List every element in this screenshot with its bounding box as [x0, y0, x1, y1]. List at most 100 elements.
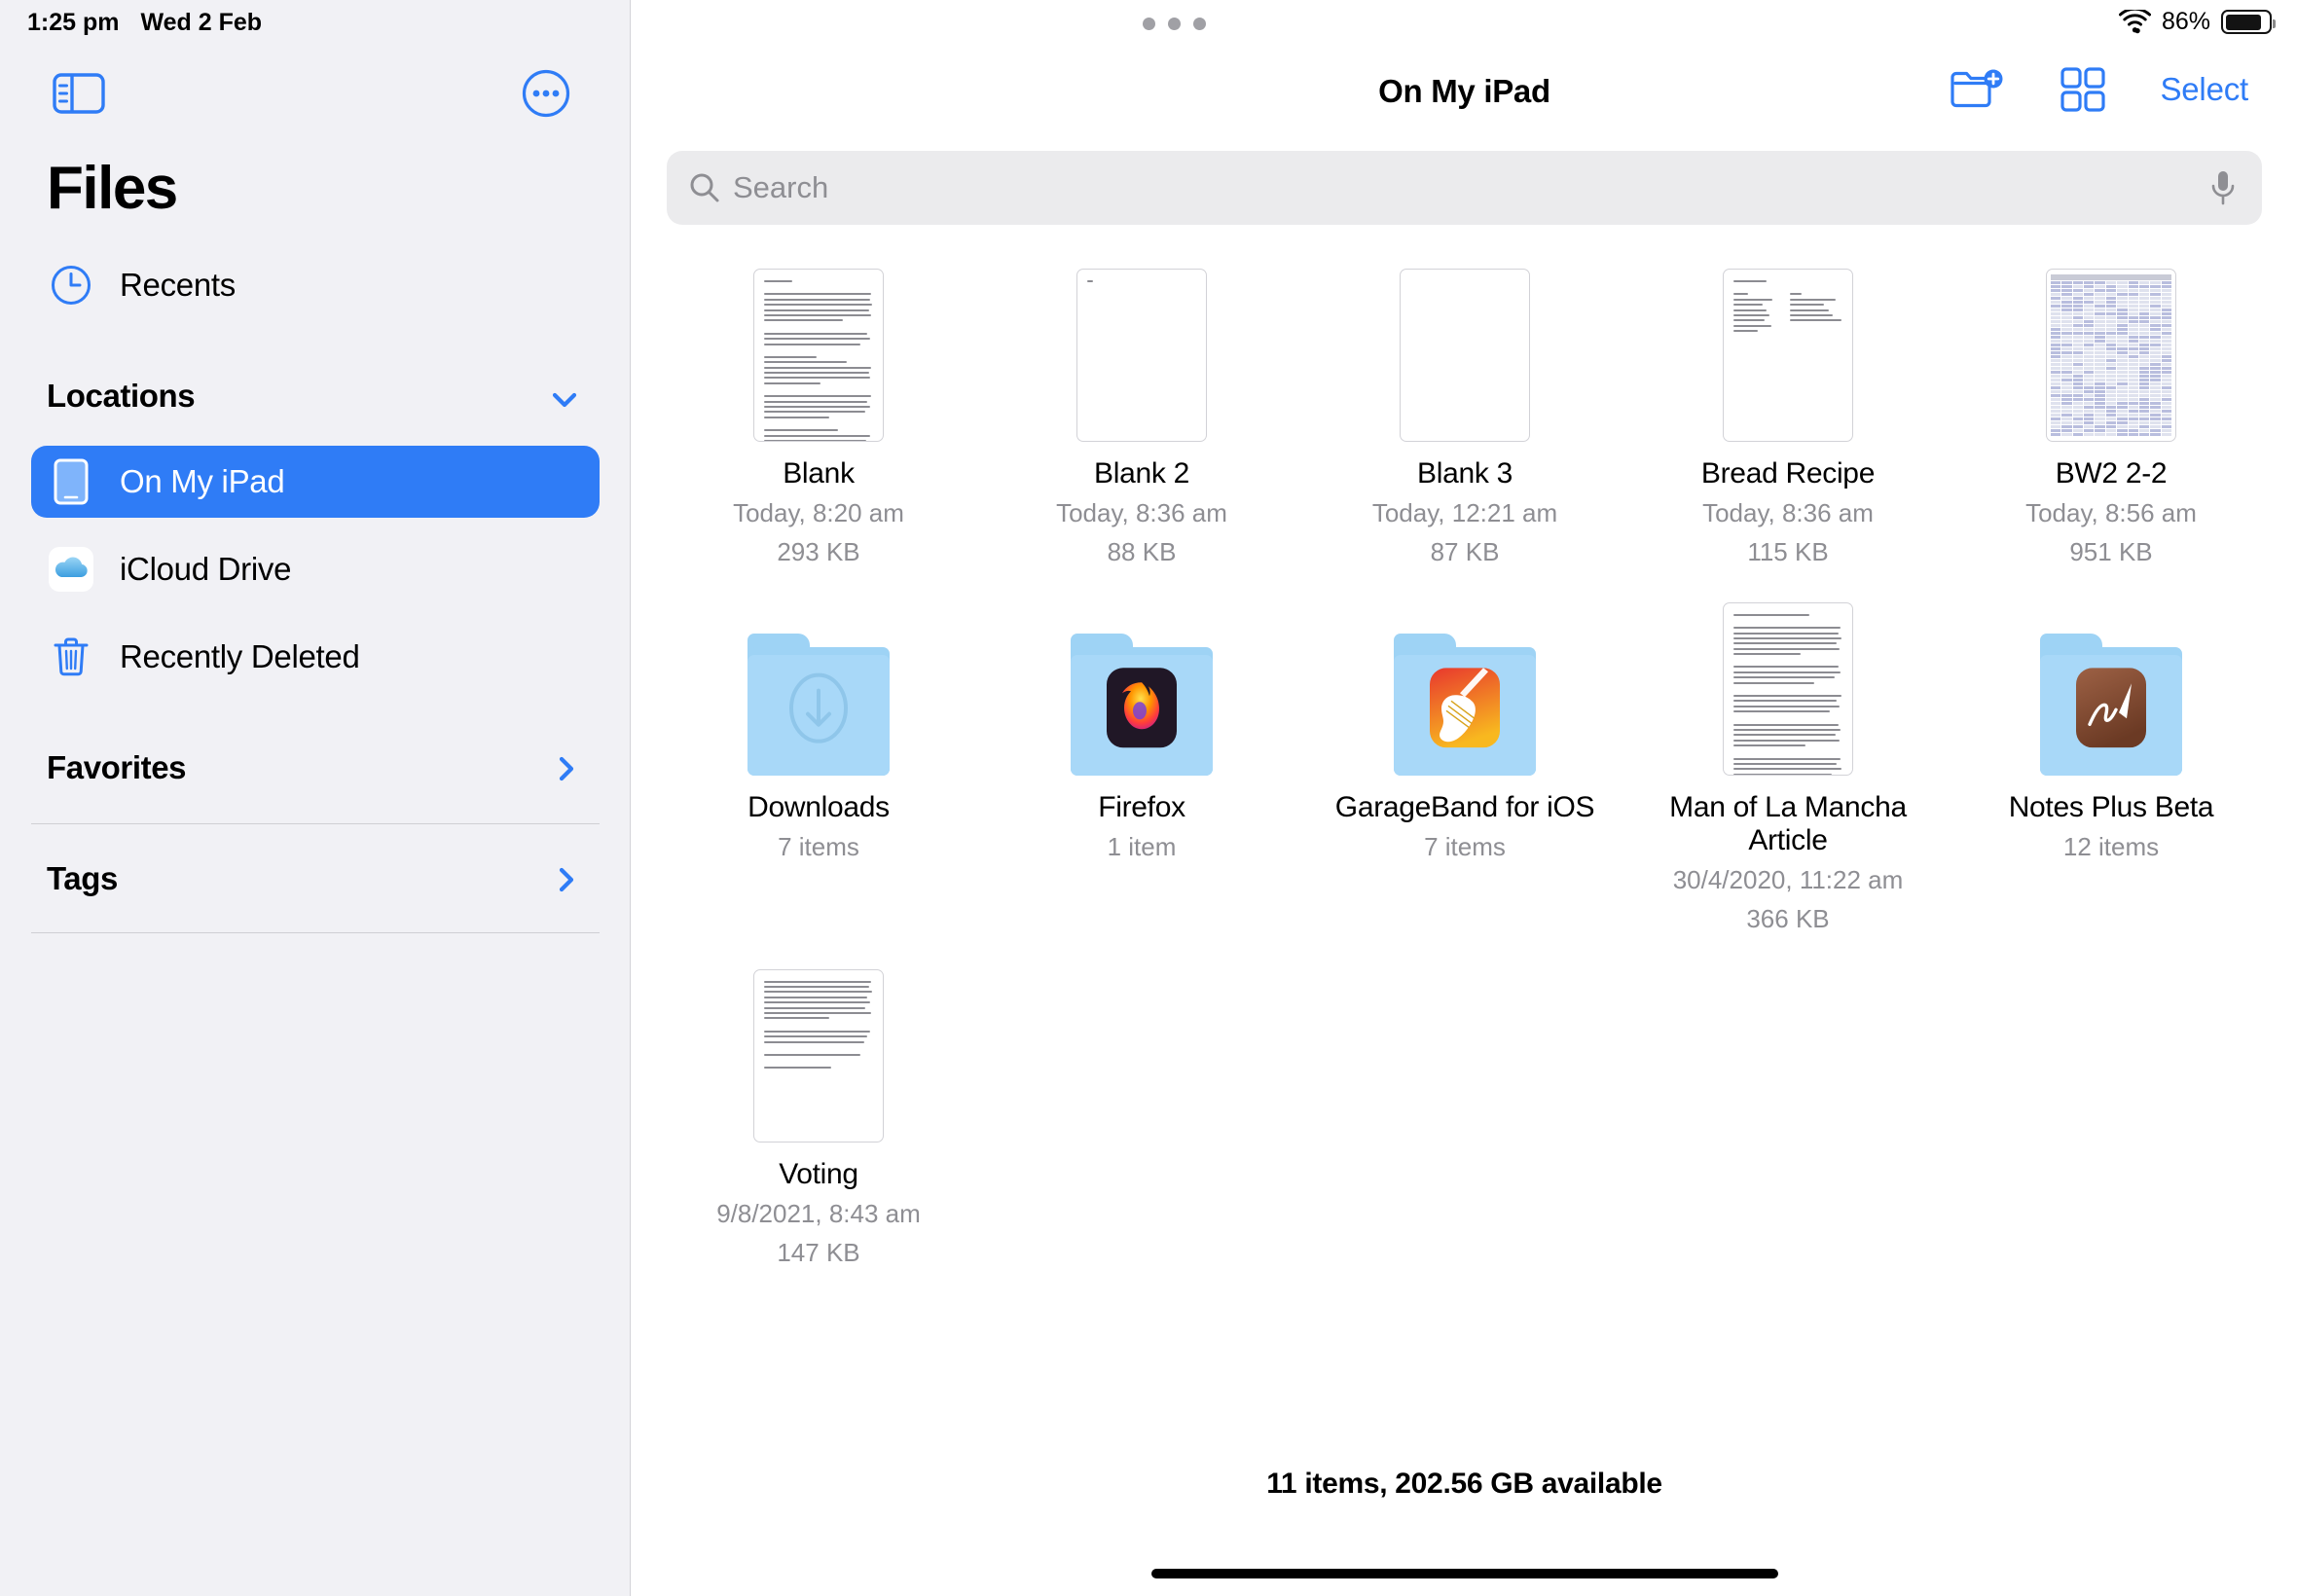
file-size: 115 KB: [1747, 536, 1828, 568]
folder-name: GarageBand for iOS: [1335, 791, 1594, 824]
sidebar-item-icloud-drive[interactable]: iCloud Drive: [31, 533, 600, 605]
document-thumbnail-icon: [1400, 269, 1530, 442]
sidebar-item-label: iCloud Drive: [120, 551, 291, 588]
clock-icon: [49, 263, 93, 308]
sidebar-item-label: Recents: [120, 267, 236, 304]
microphone-icon[interactable]: [2209, 168, 2237, 207]
document-thumbnail-icon: [1723, 602, 1853, 776]
file-thumbnail: [753, 255, 884, 442]
sidebar-item-label: On My iPad: [120, 463, 284, 500]
file-name: Blank 2: [1094, 457, 1189, 490]
file-thumbnail: [1076, 255, 1207, 442]
folder-item[interactable]: GarageBand for iOS 7 items: [1303, 589, 1626, 936]
navigation-actions: Select: [1950, 66, 2248, 113]
file-size: 147 KB: [777, 1237, 859, 1269]
spreadsheet-thumbnail-icon: [2046, 269, 2176, 442]
folder-name: Downloads: [747, 791, 890, 824]
home-indicator[interactable]: [1151, 1569, 1778, 1578]
select-button[interactable]: Select: [2160, 71, 2248, 108]
file-item[interactable]: Blank Today, 8:20 am 293 KB: [657, 255, 980, 569]
document-thumbnail-icon: [753, 269, 884, 442]
chevron-right-icon[interactable]: [547, 860, 586, 899]
folder-icon: [1071, 634, 1213, 776]
file-name: Voting: [779, 1158, 858, 1191]
icloud-icon: [49, 547, 93, 592]
sidebar-item-recents[interactable]: Recents: [31, 249, 600, 321]
file-thumbnail: [753, 956, 884, 1143]
folder-count: 7 items: [778, 831, 859, 863]
file-date: 30/4/2020, 11:22 am: [1673, 864, 1904, 896]
chevron-right-icon[interactable]: [547, 749, 586, 788]
file-item[interactable]: BW2 2-2 Today, 8:56 am 951 KB: [1950, 255, 2273, 569]
detail-pane: On My iPad Select Search Blank Today, 8:…: [632, 0, 2297, 1596]
file-name: BW2 2-2: [2056, 457, 2168, 490]
firefox-icon: [1107, 668, 1177, 747]
document-thumbnail-icon: [753, 969, 884, 1143]
file-size: 87 KB: [1431, 536, 1500, 568]
folder-icon: [2040, 634, 2182, 776]
sidebar-toolbar: [0, 64, 631, 132]
page-title: Files: [47, 154, 177, 223]
sidebar-section-favorites: Favorites: [47, 749, 186, 786]
divider: [31, 932, 600, 933]
search-icon: [688, 171, 721, 204]
folder-item[interactable]: Notes Plus Beta 12 items: [1950, 589, 2273, 936]
folder-icon: [747, 634, 890, 776]
search-bar[interactable]: [667, 151, 2262, 225]
file-name: Bread Recipe: [1701, 457, 1875, 490]
file-grid: Blank Today, 8:20 am 293 KB Blank 2 Toda…: [657, 255, 2273, 1288]
file-thumbnail: [1723, 255, 1853, 442]
sidebar-item-label: Recently Deleted: [120, 638, 360, 675]
divider: [31, 823, 600, 824]
file-date: Today, 8:36 am: [1702, 497, 1874, 529]
sidebar-section-locations: Locations: [47, 378, 195, 415]
folder-thumbnail: [1394, 589, 1536, 776]
folder-name: Notes Plus Beta: [2009, 791, 2214, 824]
file-item[interactable]: Blank 2 Today, 8:36 am 88 KB: [980, 255, 1303, 569]
trash-icon: [49, 635, 93, 679]
document-thumbnail-icon: [1076, 269, 1207, 442]
file-date: Today, 12:21 am: [1372, 497, 1557, 529]
download-arrow-icon: [782, 663, 856, 752]
file-date: Today, 8:20 am: [733, 497, 904, 529]
folder-count: 12 items: [2063, 831, 2159, 863]
folder-item[interactable]: Firefox 1 item: [980, 589, 1303, 936]
more-circle-icon[interactable]: [522, 69, 570, 118]
folder-thumbnail: [2040, 589, 2182, 776]
grid-view-icon[interactable]: [2060, 67, 2105, 112]
file-item[interactable]: Blank 3 Today, 12:21 am 87 KB: [1303, 255, 1626, 569]
file-date: 9/8/2021, 8:43 am: [716, 1198, 921, 1230]
folder-icon: [1394, 634, 1536, 776]
folder-item[interactable]: Downloads 7 items: [657, 589, 980, 936]
garageband-icon: [1430, 668, 1500, 747]
file-thumbnail: [1400, 255, 1530, 442]
file-item[interactable]: Voting 9/8/2021, 8:43 am 147 KB: [657, 956, 980, 1270]
sidebar: Files Recents Locations On My iPad iClou…: [0, 0, 631, 1596]
file-date: Today, 8:56 am: [2025, 497, 2197, 529]
folder-count: 7 items: [1424, 831, 1506, 863]
new-folder-icon[interactable]: [1950, 66, 2006, 113]
file-thumbnail: [2046, 255, 2176, 442]
sidebar-section-tags: Tags: [47, 860, 118, 897]
file-item[interactable]: Man of La Mancha Article 30/4/2020, 11:2…: [1626, 589, 1950, 936]
folder-thumbnail: [747, 589, 890, 776]
chevron-down-icon[interactable]: [545, 380, 584, 418]
ipad-icon: [49, 459, 93, 504]
search-input[interactable]: [733, 170, 2209, 205]
file-thumbnail: [1723, 589, 1853, 776]
file-item[interactable]: Bread Recipe Today, 8:36 am 115 KB: [1626, 255, 1950, 569]
file-size: 88 KB: [1108, 536, 1177, 568]
file-name: Blank: [783, 457, 855, 490]
file-size: 293 KB: [777, 536, 859, 568]
file-size: 366 KB: [1746, 903, 1829, 935]
folder-count: 1 item: [1108, 831, 1177, 863]
footer-status: 11 items, 202.56 GB available: [632, 1468, 2297, 1501]
file-name: Man of La Mancha Article: [1637, 791, 1939, 857]
sidebar-item-recently-deleted[interactable]: Recently Deleted: [31, 621, 600, 693]
sidebar-toggle-icon[interactable]: [51, 70, 109, 117]
file-size: 951 KB: [2069, 536, 2152, 568]
folder-thumbnail: [1071, 589, 1213, 776]
sidebar-item-on-my-ipad[interactable]: On My iPad: [31, 446, 600, 518]
file-date: Today, 8:36 am: [1056, 497, 1227, 529]
document-thumbnail-icon: [1723, 269, 1853, 442]
